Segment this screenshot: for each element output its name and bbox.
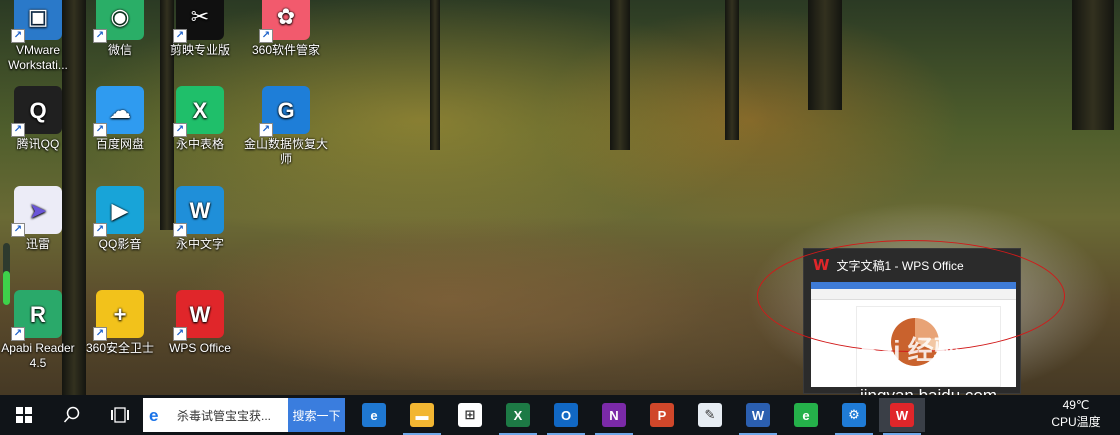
desktop-icon[interactable]: G ↗ 金山数据恢复大师: [242, 86, 330, 167]
desktop-icon[interactable]: X ↗ 永中表格: [156, 86, 244, 152]
360-software-manager-icon: ✿ ↗: [259, 0, 310, 43]
shortcut-arrow-icon: ↗: [11, 29, 25, 43]
desktop-icon-label: 360软件管家: [251, 43, 321, 57]
shortcut-arrow-icon: ↗: [11, 123, 25, 137]
desktop-icon-label: 360安全卫士: [85, 341, 155, 355]
taskbar-app-store[interactable]: ⊞: [447, 398, 493, 432]
taskbar-app-file-explorer[interactable]: ▬: [399, 398, 445, 435]
desktop-icon[interactable]: W ↗ 永中文字: [156, 186, 244, 252]
qq-player-icon: ▶ ↗: [93, 186, 144, 237]
yozo-writer-icon: W ↗: [173, 186, 224, 237]
excel-icon: X: [506, 403, 530, 427]
desktop-icon-label: WPS Office: [169, 341, 231, 355]
taskbar-app-360-browser[interactable]: e: [783, 398, 829, 432]
desktop-icon-label: 金山数据恢复大师: [243, 137, 328, 166]
vmware-icon: ▣ ↗: [11, 0, 62, 43]
baidu-watermark: Bai 经验: [860, 335, 960, 365]
shortcut-arrow-icon: ↗: [173, 223, 187, 237]
wechat-icon: ◉ ↗: [93, 0, 144, 43]
ie-icon: e: [149, 406, 159, 425]
desktop-icon-label: 腾讯QQ: [16, 137, 60, 151]
desktop-icon[interactable]: + ↗ 360安全卫士: [76, 290, 164, 356]
taskbar-app-wps-office[interactable]: W: [879, 398, 925, 435]
desktop-icon-label: 永中表格: [175, 137, 224, 151]
desktop-icon-label: 剪映专业版: [169, 43, 230, 57]
qq-icon: Q ↗: [11, 86, 62, 137]
desktop-icon[interactable]: Q ↗ 腾讯QQ: [0, 86, 82, 152]
desktop-icon[interactable]: ✿ ↗ 360软件管家: [242, 0, 330, 58]
desktop-icon[interactable]: ✂ ↗ 剪映专业版: [156, 0, 244, 58]
paint-icon: ✎: [698, 403, 722, 427]
cpu-temperature-widget[interactable]: 49℃ CPU温度: [1040, 397, 1112, 431]
taskbar-app-excel[interactable]: X: [495, 398, 541, 435]
tree-trunk: [1072, 0, 1114, 130]
baidu-netdisk-icon: ☁ ↗: [93, 86, 144, 137]
powerpoint-icon: P: [650, 403, 674, 427]
shortcut-arrow-icon: ↗: [11, 327, 25, 341]
desktop-icon[interactable]: R ↗ Apabi Reader 4.5: [0, 290, 82, 371]
onenote-icon: N: [602, 403, 626, 427]
taskbar-app-word[interactable]: W: [735, 398, 781, 435]
taskbar: e 搜索一下 e ▬ ⊞ XONP ✎ We ⚙ W 49℃ CPU温度: [0, 395, 1120, 435]
shortcut-arrow-icon: ↗: [93, 29, 107, 43]
edge-icon: e: [362, 403, 386, 427]
shortcut-arrow-icon: ↗: [173, 29, 187, 43]
desktop-icon-label: VMware Workstati...: [8, 43, 68, 72]
taskbar-app-paint[interactable]: ✎: [687, 398, 733, 432]
desktop-icon[interactable]: W ↗ WPS Office: [156, 290, 244, 356]
desktop-icon-label: 永中文字: [175, 237, 224, 251]
360-browser-icon: e: [794, 403, 818, 427]
desktop-icon[interactable]: ▣ ↗ VMware Workstati...: [0, 0, 82, 73]
yozo-sheet-icon: X ↗: [173, 86, 224, 137]
tree-trunk: [725, 0, 739, 140]
task-view-icon[interactable]: [96, 395, 144, 435]
search-icon[interactable]: [48, 395, 96, 435]
folder-icon: ▬: [410, 403, 434, 427]
taskbar-app-powerpoint[interactable]: P: [639, 398, 685, 432]
shortcut-arrow-icon: ↗: [11, 223, 25, 237]
tree-trunk: [430, 0, 440, 150]
taskbar-app-settings[interactable]: ⚙: [831, 398, 877, 435]
desktop-icon-label: 百度网盘: [95, 137, 144, 151]
desktop-icon[interactable]: ◉ ↗ 微信: [76, 0, 164, 58]
cpu-temperature: 49℃: [1062, 398, 1090, 412]
desktop-icon[interactable]: ➤ ↗ 迅雷: [0, 186, 82, 252]
desktop-icon[interactable]: ▶ ↗ QQ影音: [76, 186, 164, 252]
360-security-icon: + ↗: [93, 290, 144, 341]
wps-office-icon: W ↗: [173, 290, 224, 341]
shortcut-arrow-icon: ↗: [173, 123, 187, 137]
taskbar-app-onenote[interactable]: N: [591, 398, 637, 435]
taskbar-app-outlook[interactable]: O: [543, 398, 589, 435]
store-icon: ⊞: [458, 403, 482, 427]
ie-search-box: e 搜索一下: [143, 398, 345, 432]
shortcut-arrow-icon: ↗: [259, 29, 273, 43]
settings-icon: ⚙: [842, 403, 866, 427]
tree-trunk: [808, 0, 842, 110]
desktop-icon-label: QQ影音: [98, 237, 142, 251]
outlook-icon: O: [554, 403, 578, 427]
shortcut-arrow-icon: ↗: [93, 223, 107, 237]
desktop-icon-label: 迅雷: [25, 237, 50, 251]
taskbar-app-edge[interactable]: e: [351, 398, 397, 432]
shortcut-arrow-icon: ↗: [173, 327, 187, 341]
word-icon: W: [746, 403, 770, 427]
shortcut-arrow-icon: ↗: [259, 123, 273, 137]
cpu-temperature-label: CPU温度: [1051, 415, 1101, 429]
desktop-icon-label: 微信: [107, 43, 132, 57]
wps-office-icon: W: [890, 403, 914, 427]
kingsoft-data-recovery-icon: G ↗: [259, 86, 310, 137]
shortcut-arrow-icon: ↗: [93, 327, 107, 341]
shortcut-arrow-icon: ↗: [93, 123, 107, 137]
apabi-reader-icon: R ↗: [11, 290, 62, 341]
jianying-icon: ✂ ↗: [173, 0, 224, 43]
desktop-icon-label: Apabi Reader 4.5: [1, 341, 75, 370]
tree-trunk: [610, 0, 630, 150]
search-button[interactable]: 搜索一下: [288, 398, 345, 432]
desktop-icon[interactable]: ☁ ↗ 百度网盘: [76, 86, 164, 152]
windows-start-icon[interactable]: [0, 395, 48, 435]
xunlei-icon: ➤ ↗: [11, 186, 62, 237]
